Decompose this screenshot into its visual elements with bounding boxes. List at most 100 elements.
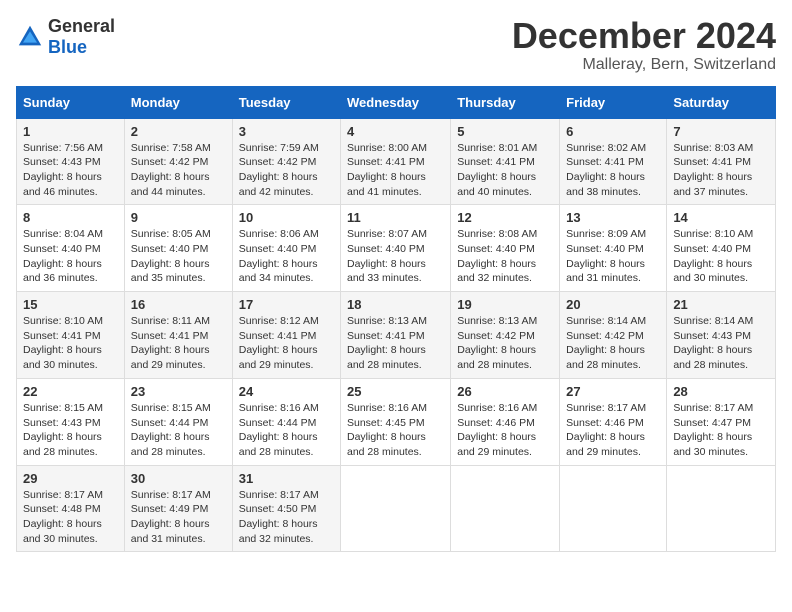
day-number: 4 <box>347 124 444 139</box>
calendar-cell: 21 Sunrise: 8:14 AMSunset: 4:43 PMDaylig… <box>667 292 776 379</box>
day-info: Sunrise: 8:15 AMSunset: 4:44 PMDaylight:… <box>131 401 226 460</box>
day-info: Sunrise: 8:16 AMSunset: 4:46 PMDaylight:… <box>457 401 553 460</box>
calendar-cell: 15 Sunrise: 8:10 AMSunset: 4:41 PMDaylig… <box>17 292 125 379</box>
day-info: Sunrise: 8:06 AMSunset: 4:40 PMDaylight:… <box>239 227 334 286</box>
logo-general: General <box>48 16 115 36</box>
day-info: Sunrise: 8:04 AMSunset: 4:40 PMDaylight:… <box>23 227 118 286</box>
calendar-cell <box>560 465 667 552</box>
day-number: 28 <box>673 384 769 399</box>
calendar-cell: 20 Sunrise: 8:14 AMSunset: 4:42 PMDaylig… <box>560 292 667 379</box>
calendar-cell: 17 Sunrise: 8:12 AMSunset: 4:41 PMDaylig… <box>232 292 340 379</box>
calendar-cell <box>667 465 776 552</box>
calendar-cell: 24 Sunrise: 8:16 AMSunset: 4:44 PMDaylig… <box>232 378 340 465</box>
header-sunday: Sunday <box>17 86 125 118</box>
calendar-cell: 10 Sunrise: 8:06 AMSunset: 4:40 PMDaylig… <box>232 205 340 292</box>
header-monday: Monday <box>124 86 232 118</box>
day-number: 15 <box>23 297 118 312</box>
day-number: 17 <box>239 297 334 312</box>
day-number: 7 <box>673 124 769 139</box>
calendar-table: Sunday Monday Tuesday Wednesday Thursday… <box>16 86 776 553</box>
day-info: Sunrise: 8:17 AMSunset: 4:48 PMDaylight:… <box>23 488 118 547</box>
day-info: Sunrise: 8:05 AMSunset: 4:40 PMDaylight:… <box>131 227 226 286</box>
day-info: Sunrise: 8:09 AMSunset: 4:40 PMDaylight:… <box>566 227 660 286</box>
logo-icon <box>16 23 44 51</box>
day-number: 10 <box>239 210 334 225</box>
calendar-cell: 22 Sunrise: 8:15 AMSunset: 4:43 PMDaylig… <box>17 378 125 465</box>
day-number: 31 <box>239 471 334 486</box>
calendar-cell: 18 Sunrise: 8:13 AMSunset: 4:41 PMDaylig… <box>341 292 451 379</box>
day-info: Sunrise: 7:56 AMSunset: 4:43 PMDaylight:… <box>23 141 118 200</box>
day-info: Sunrise: 8:17 AMSunset: 4:49 PMDaylight:… <box>131 488 226 547</box>
day-number: 9 <box>131 210 226 225</box>
day-number: 12 <box>457 210 553 225</box>
calendar-cell: 23 Sunrise: 8:15 AMSunset: 4:44 PMDaylig… <box>124 378 232 465</box>
day-number: 29 <box>23 471 118 486</box>
day-info: Sunrise: 8:15 AMSunset: 4:43 PMDaylight:… <box>23 401 118 460</box>
day-info: Sunrise: 8:14 AMSunset: 4:42 PMDaylight:… <box>566 314 660 373</box>
day-number: 22 <box>23 384 118 399</box>
calendar-cell: 28 Sunrise: 8:17 AMSunset: 4:47 PMDaylig… <box>667 378 776 465</box>
calendar-week-row: 29 Sunrise: 8:17 AMSunset: 4:48 PMDaylig… <box>17 465 776 552</box>
header-wednesday: Wednesday <box>341 86 451 118</box>
calendar-cell: 1 Sunrise: 7:56 AMSunset: 4:43 PMDayligh… <box>17 118 125 205</box>
day-number: 5 <box>457 124 553 139</box>
day-info: Sunrise: 8:07 AMSunset: 4:40 PMDaylight:… <box>347 227 444 286</box>
logo-blue: Blue <box>48 37 87 57</box>
day-info: Sunrise: 7:58 AMSunset: 4:42 PMDaylight:… <box>131 141 226 200</box>
day-info: Sunrise: 8:10 AMSunset: 4:40 PMDaylight:… <box>673 227 769 286</box>
calendar-cell: 7 Sunrise: 8:03 AMSunset: 4:41 PMDayligh… <box>667 118 776 205</box>
day-number: 23 <box>131 384 226 399</box>
location-title: Malleray, Bern, Switzerland <box>512 56 776 74</box>
calendar-cell: 26 Sunrise: 8:16 AMSunset: 4:46 PMDaylig… <box>451 378 560 465</box>
calendar-cell: 6 Sunrise: 8:02 AMSunset: 4:41 PMDayligh… <box>560 118 667 205</box>
day-info: Sunrise: 8:00 AMSunset: 4:41 PMDaylight:… <box>347 141 444 200</box>
day-info: Sunrise: 8:12 AMSunset: 4:41 PMDaylight:… <box>239 314 334 373</box>
calendar-cell: 3 Sunrise: 7:59 AMSunset: 4:42 PMDayligh… <box>232 118 340 205</box>
day-info: Sunrise: 8:13 AMSunset: 4:42 PMDaylight:… <box>457 314 553 373</box>
header-thursday: Thursday <box>451 86 560 118</box>
day-info: Sunrise: 8:17 AMSunset: 4:47 PMDaylight:… <box>673 401 769 460</box>
calendar-week-row: 8 Sunrise: 8:04 AMSunset: 4:40 PMDayligh… <box>17 205 776 292</box>
calendar-cell: 11 Sunrise: 8:07 AMSunset: 4:40 PMDaylig… <box>341 205 451 292</box>
day-number: 19 <box>457 297 553 312</box>
header-friday: Friday <box>560 86 667 118</box>
calendar-cell: 9 Sunrise: 8:05 AMSunset: 4:40 PMDayligh… <box>124 205 232 292</box>
day-number: 25 <box>347 384 444 399</box>
day-number: 2 <box>131 124 226 139</box>
calendar-cell: 14 Sunrise: 8:10 AMSunset: 4:40 PMDaylig… <box>667 205 776 292</box>
month-title: December 2024 <box>512 16 776 56</box>
day-info: Sunrise: 8:03 AMSunset: 4:41 PMDaylight:… <box>673 141 769 200</box>
day-info: Sunrise: 8:01 AMSunset: 4:41 PMDaylight:… <box>457 141 553 200</box>
calendar-cell: 30 Sunrise: 8:17 AMSunset: 4:49 PMDaylig… <box>124 465 232 552</box>
day-info: Sunrise: 8:08 AMSunset: 4:40 PMDaylight:… <box>457 227 553 286</box>
calendar-cell <box>341 465 451 552</box>
day-number: 6 <box>566 124 660 139</box>
day-number: 16 <box>131 297 226 312</box>
calendar-cell <box>451 465 560 552</box>
calendar-week-row: 15 Sunrise: 8:10 AMSunset: 4:41 PMDaylig… <box>17 292 776 379</box>
day-info: Sunrise: 8:13 AMSunset: 4:41 PMDaylight:… <box>347 314 444 373</box>
day-number: 27 <box>566 384 660 399</box>
calendar-cell: 16 Sunrise: 8:11 AMSunset: 4:41 PMDaylig… <box>124 292 232 379</box>
calendar-week-row: 1 Sunrise: 7:56 AMSunset: 4:43 PMDayligh… <box>17 118 776 205</box>
calendar-cell: 27 Sunrise: 8:17 AMSunset: 4:46 PMDaylig… <box>560 378 667 465</box>
day-number: 20 <box>566 297 660 312</box>
day-number: 26 <box>457 384 553 399</box>
day-number: 11 <box>347 210 444 225</box>
calendar-cell: 29 Sunrise: 8:17 AMSunset: 4:48 PMDaylig… <box>17 465 125 552</box>
calendar-week-row: 22 Sunrise: 8:15 AMSunset: 4:43 PMDaylig… <box>17 378 776 465</box>
day-info: Sunrise: 8:02 AMSunset: 4:41 PMDaylight:… <box>566 141 660 200</box>
logo: General Blue <box>16 16 115 58</box>
calendar-cell: 12 Sunrise: 8:08 AMSunset: 4:40 PMDaylig… <box>451 205 560 292</box>
header-tuesday: Tuesday <box>232 86 340 118</box>
day-info: Sunrise: 8:11 AMSunset: 4:41 PMDaylight:… <box>131 314 226 373</box>
header: General Blue December 2024 Malleray, Ber… <box>16 16 776 74</box>
day-info: Sunrise: 8:17 AMSunset: 4:50 PMDaylight:… <box>239 488 334 547</box>
calendar-cell: 19 Sunrise: 8:13 AMSunset: 4:42 PMDaylig… <box>451 292 560 379</box>
calendar-cell: 2 Sunrise: 7:58 AMSunset: 4:42 PMDayligh… <box>124 118 232 205</box>
day-number: 18 <box>347 297 444 312</box>
day-info: Sunrise: 7:59 AMSunset: 4:42 PMDaylight:… <box>239 141 334 200</box>
day-number: 3 <box>239 124 334 139</box>
day-number: 24 <box>239 384 334 399</box>
day-info: Sunrise: 8:17 AMSunset: 4:46 PMDaylight:… <box>566 401 660 460</box>
